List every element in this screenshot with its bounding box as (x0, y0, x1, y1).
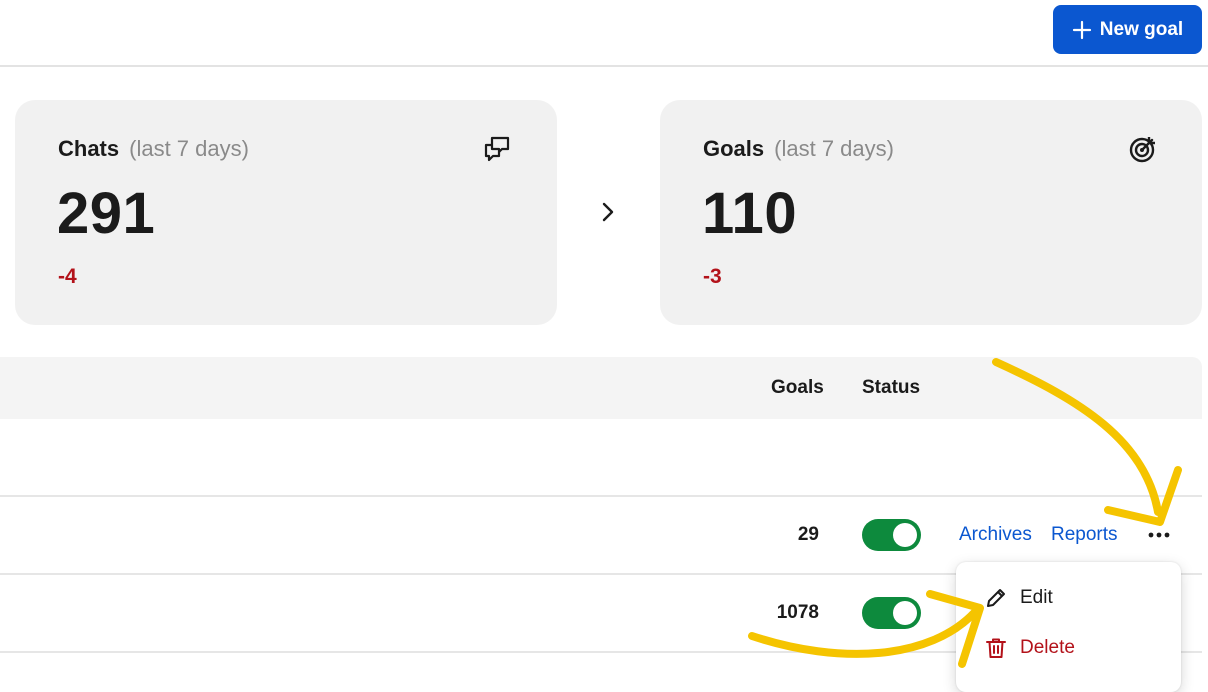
goals-card-title-row: Goals (last 7 days) (703, 136, 894, 162)
toggle-knob (893, 523, 917, 547)
row-goals-count: 1078 (776, 602, 819, 623)
chat-bubbles-icon (484, 136, 510, 162)
chevron-right-icon[interactable] (596, 200, 620, 224)
status-toggle[interactable] (862, 519, 921, 551)
menu-item-delete-label: Delete (1020, 637, 1075, 658)
chats-card-title-row: Chats (last 7 days) (58, 136, 249, 162)
top-bar: New goal (0, 0, 1208, 67)
goals-delta: -3 (703, 265, 722, 288)
reports-link[interactable]: Reports (1051, 524, 1118, 546)
menu-item-edit[interactable]: Edit (956, 575, 1181, 621)
toggle-knob (893, 601, 917, 625)
menu-item-edit-label: Edit (1020, 587, 1053, 608)
column-header-status[interactable]: Status (862, 377, 920, 399)
chats-card-period: (last 7 days) (129, 136, 249, 161)
column-header-goals[interactable]: Goals (771, 377, 824, 399)
menu-item-delete[interactable]: Delete (956, 625, 1181, 671)
chats-stat-card: Chats (last 7 days) 291 -4 (15, 100, 557, 325)
archives-link[interactable]: Archives (959, 524, 1032, 546)
chats-delta: -4 (58, 265, 77, 288)
target-icon (1129, 137, 1155, 163)
goals-count: 110 (702, 181, 798, 246)
pencil-icon (987, 589, 1005, 607)
status-toggle[interactable] (862, 597, 921, 629)
chats-card-title: Chats (58, 136, 120, 161)
row-divider (0, 495, 1202, 497)
goals-card-title: Goals (703, 136, 765, 161)
row-actions-menu: Edit Delete (956, 562, 1181, 692)
goals-stat-card: Goals (last 7 days) 110 -3 (660, 100, 1202, 325)
new-goal-button[interactable]: New goal (1053, 5, 1202, 54)
trash-icon (986, 638, 1006, 658)
more-horizontal-icon[interactable] (1146, 524, 1172, 546)
goals-card-period: (last 7 days) (774, 136, 894, 161)
table-header: Goals Status (0, 357, 1202, 419)
plus-icon (1072, 20, 1091, 39)
new-goal-label: New goal (1099, 18, 1184, 40)
row-goals-count: 29 (797, 524, 819, 545)
chats-count: 291 (57, 181, 156, 246)
